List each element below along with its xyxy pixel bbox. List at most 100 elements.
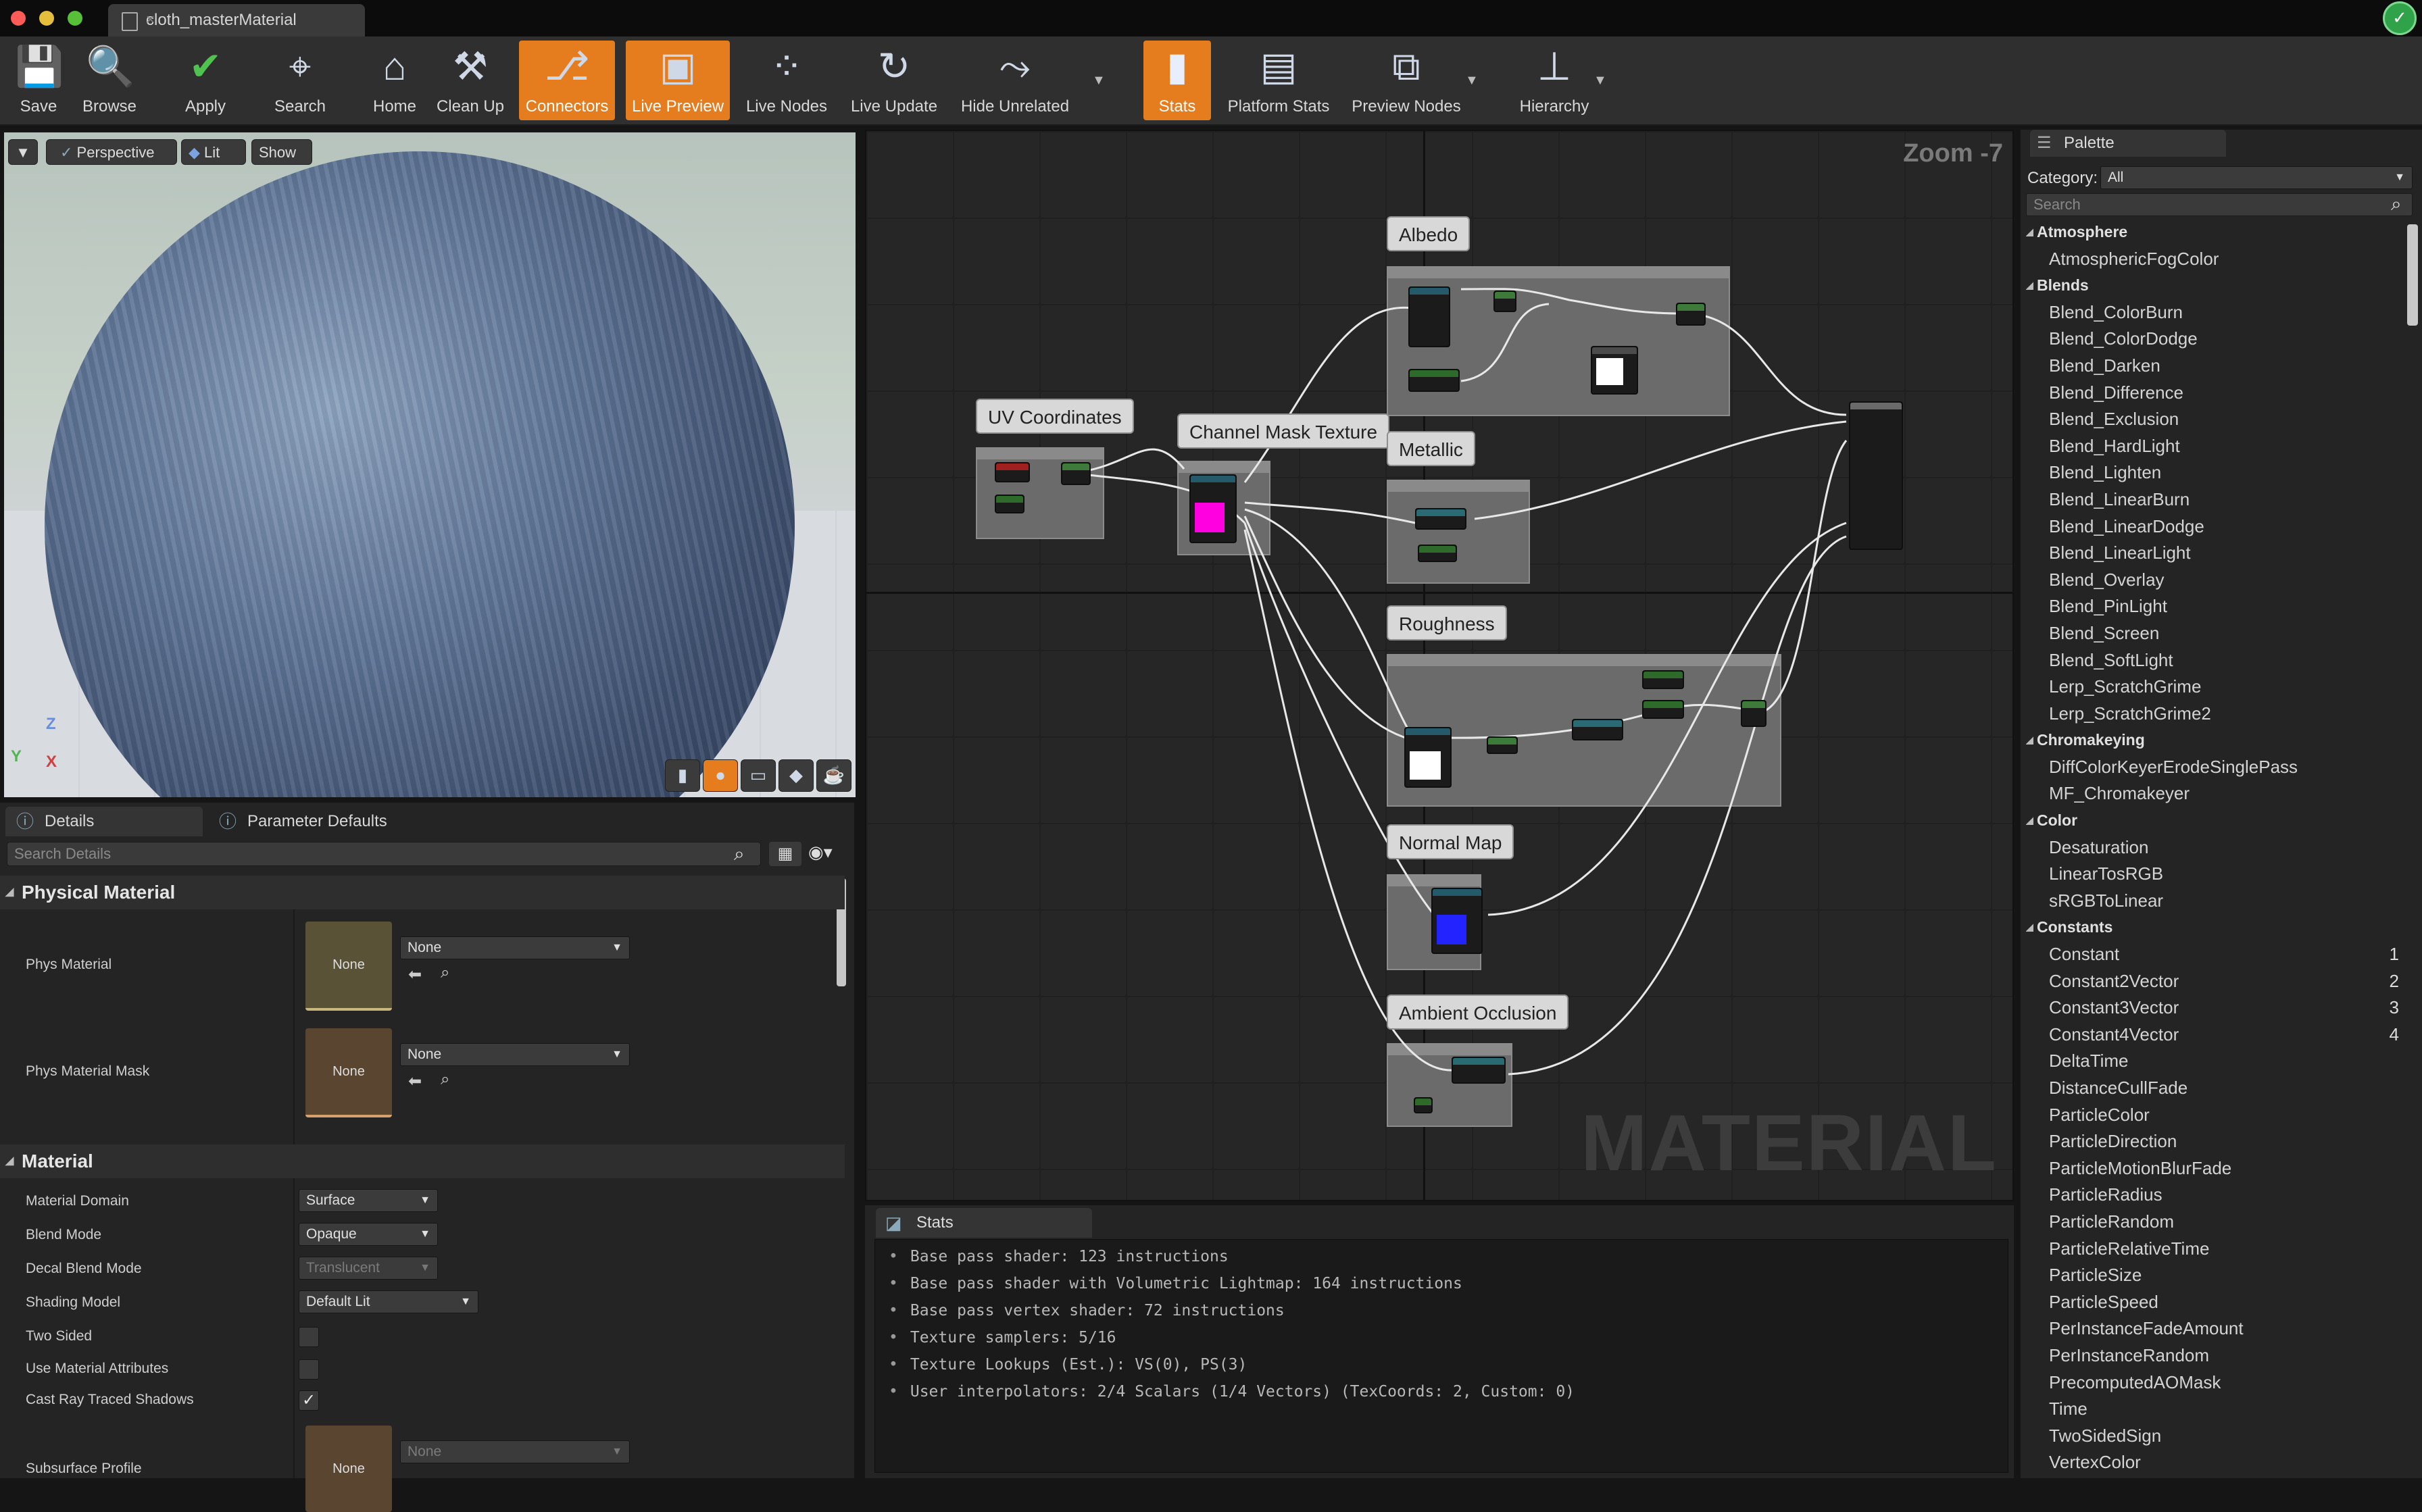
tab-stats[interactable]: ◪ Stats [876,1208,1092,1238]
shading-model-combo[interactable]: Default Lit [299,1290,478,1313]
ao-channel-node[interactable] [1452,1057,1506,1084]
preview-cube-icon[interactable]: ◆ [778,759,814,792]
use-selected-arrow-icon[interactable]: ⬅ [408,965,422,984]
blend-mode-combo[interactable]: Opaque [299,1223,438,1246]
texcoord-node[interactable] [995,462,1030,482]
comment-label-normal-map[interactable]: Normal Map [1387,824,1514,859]
use-selected-arrow-icon[interactable]: ⬅ [408,1072,422,1091]
palette-item[interactable]: MF_Chromakeyer [2026,780,2402,807]
palette-item[interactable]: LinearTosRGB [2026,861,2402,888]
normal-map-texture-node[interactable] [1431,888,1483,954]
hierarchy-dropdown[interactable]: ▼ [1593,73,1607,89]
preview-nodes-dropdown[interactable]: ▼ [1465,73,1479,89]
hierarchy-button[interactable]: ⊥ Hierarchy [1514,41,1595,120]
clean-up-button[interactable]: ⚒ Clean Up [432,41,508,120]
phys-material-combo[interactable]: None [400,936,630,959]
palette-item[interactable]: ParticleRadius [2026,1182,2402,1209]
tab-details[interactable]: ⓘ Details [5,807,203,836]
palette-category[interactable]: Constants [2026,914,2402,941]
palette-item[interactable]: Blend_PinLight [2026,593,2402,620]
palette-item[interactable]: Constant3Vector 3 [2026,994,2402,1022]
connectors-button[interactable]: ⎇ Connectors [519,41,615,120]
category-combo[interactable]: All [2100,166,2413,189]
metallic-channel-node[interactable] [1415,508,1466,530]
palette-item[interactable]: Blend_ColorDodge [2026,326,2402,353]
preview-cylinder-icon[interactable]: ▮ [665,759,700,792]
palette-item[interactable]: Blend_Difference [2026,380,2402,407]
use-material-attributes-checkbox[interactable] [299,1359,319,1380]
comment-label-metallic[interactable]: Metallic [1387,431,1475,466]
palette-item[interactable]: PerInstanceRandom [2026,1342,2402,1369]
minimize-window-button[interactable] [39,11,54,26]
material-output-node[interactable] [1849,401,1903,550]
subsurface-profile-thumbnail[interactable]: None [305,1426,392,1512]
browse-asset-icon[interactable]: ⌕ [441,1070,449,1089]
stats-button[interactable]: ▮ Stats [1143,41,1211,120]
section-material[interactable]: Material [0,1144,845,1178]
material-domain-combo[interactable]: Surface [299,1189,438,1212]
palette-search-input[interactable] [2026,193,2413,216]
palette-item[interactable]: Lerp_ScratchGrime2 [2026,701,2402,728]
platform-stats-button[interactable]: ▤ Platform Stats [1220,41,1337,120]
close-tab-icon[interactable]: × [146,11,354,28]
view-options-grid-icon[interactable]: ▦ [769,842,801,866]
live-preview-button[interactable]: ▣ Live Preview [626,41,730,120]
toolbar-overflow-dropdown[interactable]: ▼ [1092,73,1106,89]
channel-mask-texture-node[interactable] [1189,474,1237,543]
two-sided-checkbox[interactable] [299,1327,319,1347]
preview-teapot-icon[interactable]: ☕ [816,759,851,792]
preview-sphere-icon[interactable]: ● [703,759,738,792]
palette-item[interactable]: Constant 1 [2026,941,2402,968]
uv-scale-param-node[interactable] [995,495,1024,513]
phys-material-thumbnail[interactable]: None [305,922,392,1011]
palette-category[interactable]: Color [2026,807,2402,834]
palette-item[interactable]: Lerp_ScratchGrime [2026,674,2402,701]
palette-item[interactable]: sRGBToLinear [2026,888,2402,915]
albedo-multiply-node[interactable] [1493,291,1516,312]
palette-item[interactable]: ParticleRandom [2026,1209,2402,1236]
palette-item[interactable]: DistanceCullFade [2026,1075,2402,1102]
roughness-param-a-node[interactable] [1642,670,1684,689]
preview-nodes-button[interactable]: ⧉ Preview Nodes [1349,41,1464,120]
search-button[interactable]: ⌖ Search [268,41,332,120]
albedo-param-node[interactable] [1408,369,1460,392]
palette-item[interactable]: Desaturation [2026,834,2402,861]
palette-item[interactable]: Blend_HardLight [2026,433,2402,460]
tab-parameter-defaults[interactable]: ⓘ Parameter Defaults [208,807,404,836]
palette-item[interactable]: Blend_Darken [2026,353,2402,380]
palette-item[interactable]: AtmosphericFogColor [2026,246,2402,273]
palette-item[interactable]: Blend_ColorBurn [2026,299,2402,326]
maximize-window-button[interactable] [68,11,82,26]
palette-item[interactable]: Blend_LinearDodge [2026,513,2402,540]
uv-multiply-node[interactable] [1061,462,1091,485]
close-window-button[interactable] [11,11,26,26]
roughness-texture-node[interactable] [1404,727,1452,788]
phys-material-mask-thumbnail[interactable]: None [305,1028,392,1117]
cast-ray-traced-shadows-checkbox[interactable]: ✓ [299,1390,319,1411]
lit-mode-button[interactable]: ◆ Lit [181,139,246,165]
ao-param-node[interactable] [1414,1097,1433,1113]
search-details-input[interactable] [7,842,761,866]
metallic-param-node[interactable] [1418,545,1457,562]
roughness-lerp-node[interactable] [1741,700,1766,727]
tab-palette[interactable]: ☰ Palette [2030,130,2226,157]
preview-viewport[interactable]: ▼ ✓ Perspective ◆ Lit Show Z Y X ▮ ● ▭ ◆… [4,132,856,797]
palette-item[interactable]: Blend_LinearBurn [2026,486,2402,513]
live-update-button[interactable]: ↻ Live Update [845,41,943,120]
home-button[interactable]: ⌂ Home [364,41,426,120]
comment-label-albedo[interactable]: Albedo [1387,216,1470,251]
comment-label-roughness[interactable]: Roughness [1387,605,1507,640]
albedo-lerp-node[interactable] [1676,303,1706,326]
palette-item[interactable]: DiffColorKeyerErodeSinglePass [2026,754,2402,781]
palette-item[interactable]: DeltaTime [2026,1048,2402,1075]
palette-item[interactable]: Blend_LinearLight [2026,540,2402,567]
palette-category[interactable]: Chromakeying [2026,727,2402,754]
palette-item[interactable]: Blend_Exclusion [2026,406,2402,433]
palette-item[interactable]: ParticleDirection [2026,1128,2402,1155]
browse-button[interactable]: 🔍 Browse [76,41,143,120]
material-graph-canvas[interactable]: Zoom -7 MATERIAL Albedo UV Coordinates C… [865,130,2014,1201]
comment-label-uv-coordinates[interactable]: UV Coordinates [976,399,1134,434]
document-tab[interactable]: cloth_masterMaterial × [108,4,365,36]
show-flags-button[interactable]: Show [251,139,312,165]
roughness-channel-node[interactable] [1572,719,1623,740]
